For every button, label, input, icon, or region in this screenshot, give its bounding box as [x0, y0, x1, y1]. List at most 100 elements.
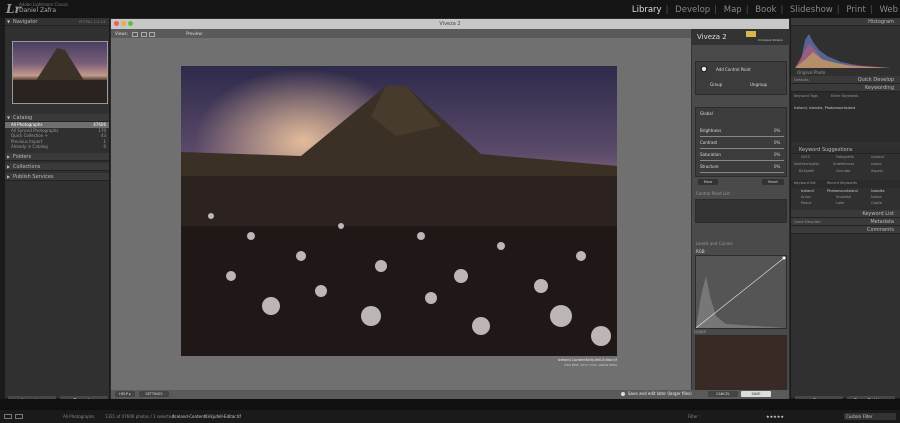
keyword-set-label: Keyword Set: [794, 180, 816, 185]
group-button[interactable]: Group: [710, 82, 722, 87]
collections-header[interactable]: ▶ Collections: [5, 162, 109, 171]
suggestion-item[interactable]: Aspect: [871, 169, 883, 173]
help-button[interactable]: HELP ▸: [115, 391, 135, 397]
ungroup-button[interactable]: Ungroup: [750, 82, 767, 87]
slider-value: 0%: [774, 128, 781, 133]
panel-title: Viveza 2: [697, 33, 727, 41]
module-develop[interactable]: Develop: [675, 5, 710, 15]
window-title: Viveza 2: [111, 19, 789, 29]
saturation-slider[interactable]: [700, 160, 784, 161]
folders-header[interactable]: ▶ Folders: [5, 152, 109, 161]
recent-keyword[interactable]: Photomountsland: [827, 189, 858, 193]
loupe-label: Loupe: [694, 329, 707, 334]
module-map[interactable]: Map: [724, 5, 742, 15]
cancel-button[interactable]: CANCEL: [708, 391, 738, 397]
close-icon[interactable]: [114, 21, 119, 26]
split-view-icon[interactable]: [140, 31, 147, 37]
navigator-preview[interactable]: [12, 41, 108, 104]
suggestion-item[interactable]: Iceland: [871, 155, 884, 159]
contrast-slider[interactable]: [700, 148, 784, 149]
slider-value: 0%: [774, 140, 781, 145]
zoom-fill[interactable]: FILL: [86, 20, 93, 24]
defaults-select[interactable]: Defaults: [794, 76, 809, 84]
grid-icon[interactable]: [4, 414, 12, 419]
levels-curves-label: Levels and Curves: [696, 241, 733, 246]
zoom-fit[interactable]: FIT: [79, 20, 84, 24]
control-point-list-label: Control Point List: [696, 191, 730, 196]
save-button[interactable]: SAVE: [741, 391, 771, 397]
settings-button[interactable]: SETTINGS: [139, 391, 169, 397]
compare-icon[interactable]: [746, 31, 756, 37]
catalog-header[interactable]: ▼ Catalog: [5, 114, 109, 122]
suggestion-item[interactable]: 2013: [801, 155, 810, 159]
comments-header[interactable]: Comments: [791, 225, 900, 234]
suggestion-item[interactable]: Island: [871, 162, 881, 166]
recent-keyword[interactable]: Snowfall: [836, 195, 851, 199]
curves-graph[interactable]: [695, 255, 787, 329]
recent-keyword[interactable]: Peace: [801, 201, 811, 205]
histogram-header[interactable]: Histogram: [791, 18, 900, 26]
module-library[interactable]: Library: [632, 5, 662, 15]
recent-keyword[interactable]: Arctic: [801, 195, 811, 199]
suggestion-item[interactable]: Grundar: [836, 169, 850, 173]
window-title-text: Viveza 2: [439, 21, 461, 27]
recent-keyword[interactable]: Islandia: [871, 189, 885, 193]
structure-slider[interactable]: [700, 172, 784, 173]
custom-filter-select[interactable]: Custom Filter: [844, 413, 896, 420]
source-label[interactable]: All Photographs: [63, 410, 94, 423]
module-slideshow[interactable]: Slideshow: [790, 5, 833, 15]
module-web[interactable]: Web: [879, 5, 898, 15]
navigator-header[interactable]: ▼ Navigator FIT FILL 1:1 3:1: [5, 18, 109, 26]
folders-title: Folders: [13, 153, 32, 160]
recent-keyword[interactable]: Iceland: [801, 189, 814, 193]
recent-keywords-select[interactable]: Recent Keywords: [827, 181, 857, 185]
recent-keyword[interactable]: Castle: [871, 201, 882, 205]
identity-plate: Lr Adobe Lightroom Classic Daniel Zafra …: [0, 0, 900, 18]
more-button[interactable]: More: [698, 179, 718, 185]
metadata-preset-select[interactable]: Quick Describe: [794, 218, 820, 226]
expand-icon: ▶: [7, 173, 11, 179]
slider-label: Structure: [700, 164, 719, 169]
keyword-list-header[interactable]: Keyword List: [791, 209, 900, 218]
rgb-channel-select[interactable]: RGB: [696, 249, 705, 254]
second-window-icon[interactable]: [15, 414, 23, 419]
histogram: [791, 30, 900, 70]
suggestion-item[interactable]: Kirkjufell: [799, 169, 814, 173]
navigator-title: Navigator: [13, 19, 38, 25]
suggestion-item[interactable]: Fotografía: [836, 155, 854, 159]
collections-title: Collections: [13, 163, 41, 170]
add-control-point-icon[interactable]: [700, 65, 708, 73]
slider-label: Saturation: [700, 152, 721, 157]
recent-keyword[interactable]: Lake: [836, 201, 844, 205]
slider-label: Brightness: [700, 128, 722, 133]
reset-button[interactable]: Reset: [762, 179, 784, 185]
keywords-input[interactable]: Iceland, islandia, Photomountsland: [794, 106, 855, 110]
main-photo[interactable]: [181, 66, 617, 356]
module-picker: Library | Develop | Map | Book | Slideshow | …: [631, 5, 898, 15]
view-toolbar: Views: Preview:: [111, 29, 691, 38]
side-view-icon[interactable]: [148, 31, 155, 37]
rating-stars-icon[interactable]: ★★★★★: [766, 410, 784, 423]
save-later-checkbox[interactable]: [621, 392, 625, 396]
suggestion-item[interactable]: Northernlights: [794, 162, 819, 166]
suggestion-item[interactable]: Snæfellsnes: [833, 162, 854, 166]
minimize-icon[interactable]: [121, 21, 126, 26]
zoom-3-1[interactable]: 3:1: [100, 20, 106, 24]
quick-develop-header[interactable]: Defaults Quick Develop: [791, 75, 900, 84]
zoom-icon[interactable]: [128, 21, 133, 26]
zoom-1-1[interactable]: 1:1: [94, 20, 100, 24]
keyword-suggestions-header[interactable]: Keyword Suggestions: [791, 145, 900, 154]
catalog-item[interactable]: Already in Catalog 0: [5, 144, 109, 150]
metadata-header[interactable]: Quick Describe Metadata: [791, 217, 900, 226]
publish-header[interactable]: ▶ Publish Services: [5, 172, 109, 181]
recent-keyword[interactable]: Ísland: [871, 195, 881, 199]
module-print[interactable]: Print: [846, 5, 866, 15]
single-view-icon[interactable]: [132, 31, 139, 37]
keywording-header[interactable]: Keywording: [791, 83, 900, 92]
quick-develop-title: Quick Develop: [857, 76, 894, 83]
module-book[interactable]: Book: [755, 5, 776, 15]
brightness-slider[interactable]: [700, 136, 784, 137]
enter-keywords-select[interactable]: Enter Keywords: [831, 94, 858, 98]
add-control-point-label[interactable]: Add Control Point: [716, 67, 751, 72]
views-label: Views:: [115, 31, 128, 36]
